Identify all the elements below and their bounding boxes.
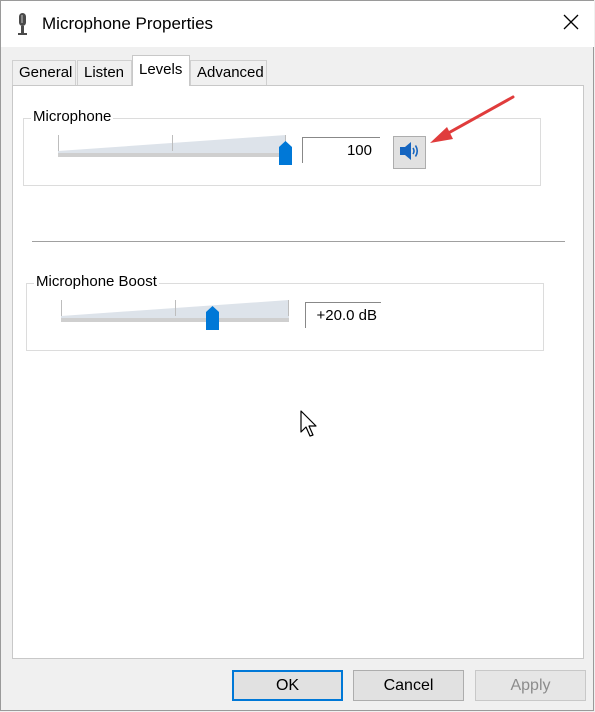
microphone-level-slider[interactable] xyxy=(58,133,292,165)
slider-thumb[interactable] xyxy=(206,306,219,330)
microphone-boost-slider[interactable] xyxy=(61,298,289,330)
mute-toggle-button[interactable] xyxy=(393,136,426,169)
microphone-icon xyxy=(13,12,33,36)
ok-button[interactable]: OK xyxy=(232,670,343,701)
slider-tick xyxy=(61,300,62,316)
levels-panel: Microphone 100 Microphone Boost +20.0 dB xyxy=(12,85,584,659)
tab-general[interactable]: General xyxy=(12,60,76,85)
window-title: Microphone Properties xyxy=(42,14,214,33)
red-arrow-annotation xyxy=(430,95,515,143)
slider-track xyxy=(58,153,286,157)
microphone-boost-group: Microphone Boost +20.0 dB xyxy=(26,273,544,351)
close-button[interactable] xyxy=(548,1,594,47)
tab-levels[interactable]: Levels xyxy=(132,55,190,86)
slider-thumb[interactable] xyxy=(279,141,292,165)
cancel-button[interactable]: Cancel xyxy=(353,670,464,701)
slider-tick xyxy=(58,135,59,151)
microphone-boost-value[interactable]: +20.0 dB xyxy=(305,302,381,328)
section-divider xyxy=(32,241,565,242)
microphone-boost-label: Microphone Boost xyxy=(34,273,159,290)
slider-tick xyxy=(175,300,176,316)
slider-tick xyxy=(172,135,173,151)
title-bar: Microphone Properties xyxy=(1,1,594,47)
tab-listen[interactable]: Listen xyxy=(77,60,132,85)
close-icon xyxy=(563,14,579,34)
slider-track xyxy=(61,318,289,322)
slider-tick xyxy=(288,300,289,316)
speaker-icon xyxy=(398,140,422,166)
mouse-cursor-icon xyxy=(300,410,317,437)
tab-advanced[interactable]: Advanced xyxy=(190,60,267,85)
microphone-level-value[interactable]: 100 xyxy=(302,137,380,163)
microphone-level-label: Microphone xyxy=(31,108,114,125)
apply-button[interactable]: Apply xyxy=(475,670,586,701)
